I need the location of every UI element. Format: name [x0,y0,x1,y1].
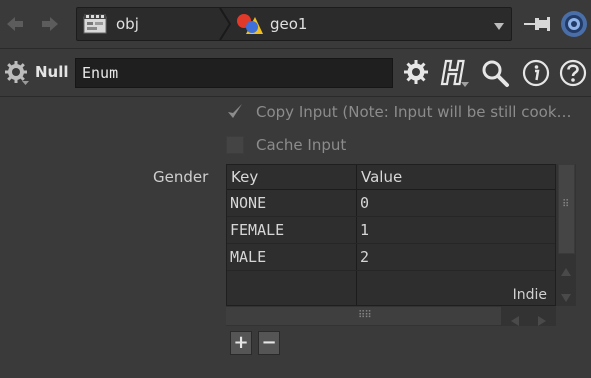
key-cell[interactable]: NONE [227,190,357,216]
copy-input-checkbox[interactable] [226,103,244,121]
houdini-help-icon[interactable] [440,58,470,88]
value-cell[interactable]: 2 [357,244,555,270]
gear-icon[interactable] [402,58,432,88]
path-label-obj: obj [116,15,139,33]
cache-input-toggle[interactable]: Cache Input [226,135,346,155]
scroll-grip-icon: ⠿⠿ [358,310,372,321]
horizontal-scroll-thumb[interactable]: ⠿⠿ [226,307,501,325]
path-item-geo1[interactable]: geo1 [236,8,307,40]
info-icon[interactable] [521,58,551,88]
forward-arrow-icon[interactable] [40,14,60,34]
table-row[interactable]: NONE 0 [227,190,555,217]
scroll-down-icon[interactable] [561,288,571,306]
cache-input-checkbox[interactable] [226,136,244,154]
path-item-obj[interactable]: obj [83,8,139,40]
path-separator-icon [219,7,232,41]
search-icon[interactable] [480,58,510,88]
column-header-key[interactable]: Key [227,165,357,189]
scroll-right-icon[interactable] [538,312,546,330]
copy-input-toggle[interactable]: Copy Input (Note: Input will be still co… [226,102,572,122]
scroll-left-icon[interactable] [511,312,519,330]
cache-input-label: Cache Input [256,136,347,154]
node-type-label: Null [35,63,69,81]
pin-icon[interactable] [523,13,551,35]
chevron-down-icon[interactable] [493,18,505,30]
indie-watermark: Indie [512,287,547,303]
add-row-button[interactable]: + [230,331,252,355]
link-target-icon[interactable] [560,10,588,38]
vertical-scroll-thumb[interactable]: ⠿ [558,164,575,254]
column-header-value[interactable]: Value [357,165,555,189]
value-cell[interactable]: 0 [357,190,555,216]
geo-node-icon [236,12,264,36]
copy-input-label: Copy Input (Note: Input will be still co… [256,103,572,121]
header-divider [0,96,591,97]
key-cell[interactable]: MALE [227,244,357,270]
help-icon[interactable] [558,58,588,88]
network-path[interactable]: obj geo1 [76,7,512,41]
remove-row-button[interactable]: − [258,331,280,355]
table-row[interactable]: MALE 2 [227,244,555,271]
gender-label: Gender [153,168,209,186]
node-gear-icon[interactable] [4,60,30,86]
table-row[interactable]: FEMALE 1 [227,217,555,244]
node-name-field[interactable]: Enum [75,58,393,88]
gender-key-value-table[interactable]: Key Value NONE 0 FEMALE 1 MALE 2 Indie [226,164,556,306]
scroll-grip-icon: ⠿ [562,199,569,210]
value-cell[interactable]: 1 [357,217,555,243]
key-cell[interactable]: FEMALE [227,217,357,243]
back-arrow-icon[interactable] [5,14,25,34]
path-label-geo1: geo1 [270,15,308,33]
scroll-up-icon[interactable] [561,262,571,280]
empty-row-divider [356,271,357,305]
obj-network-icon [83,13,109,35]
